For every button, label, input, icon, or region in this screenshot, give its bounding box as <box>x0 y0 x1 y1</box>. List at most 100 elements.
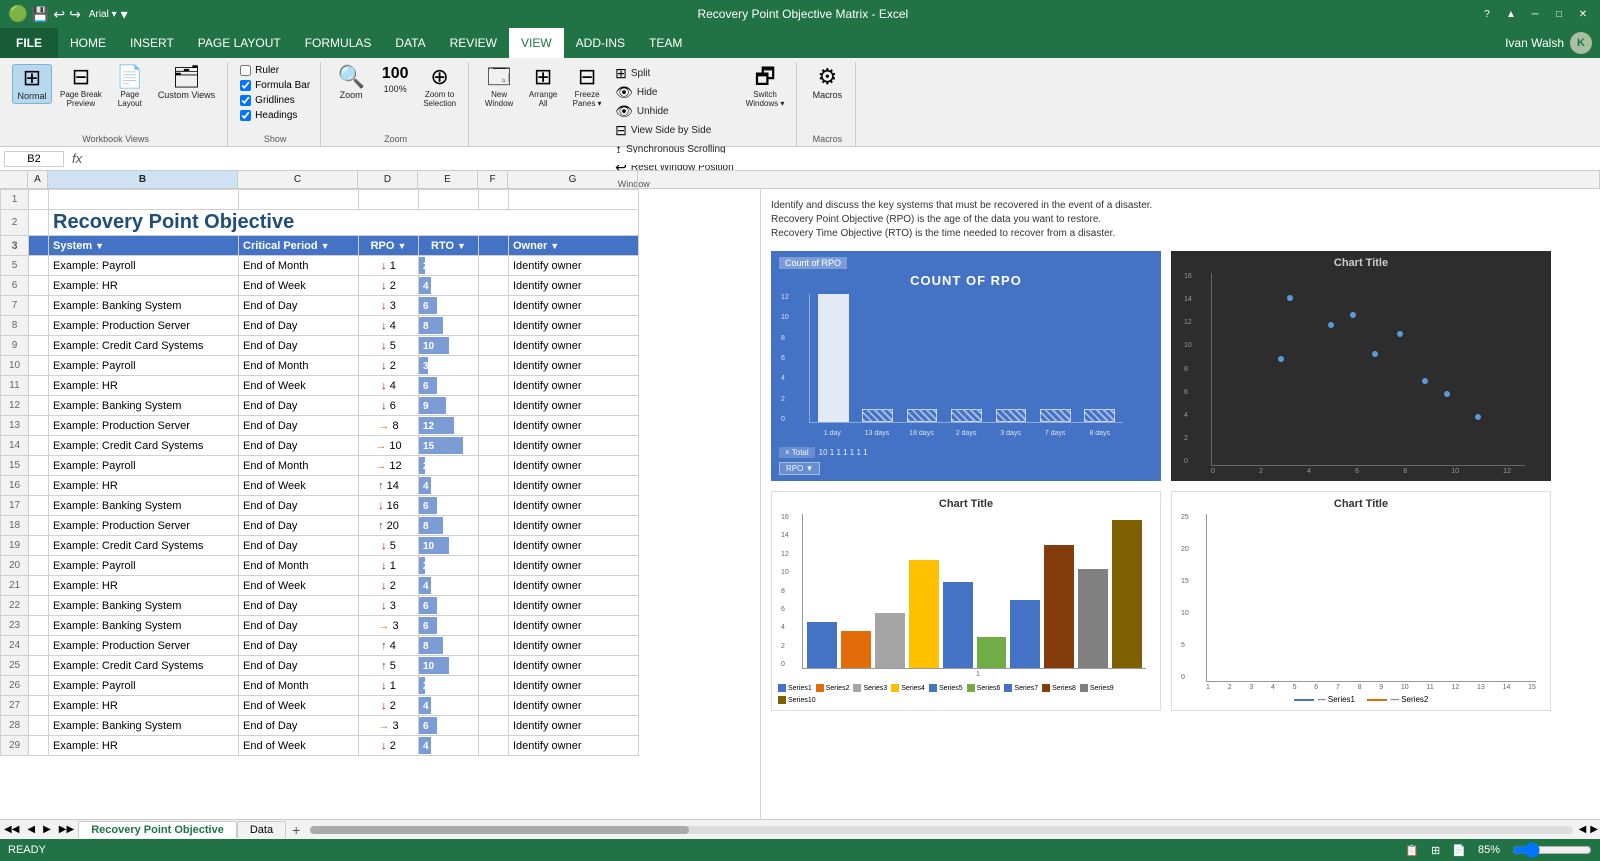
cell-owner[interactable]: Identify owner <box>509 296 639 316</box>
cell[interactable] <box>419 190 479 210</box>
cell-rpo[interactable]: ↓ 2 <box>359 276 419 296</box>
spreadsheet[interactable]: 1 2 Recovery Point Objective 3 <box>0 189 760 819</box>
cell-system[interactable]: Example: Banking System <box>49 596 239 616</box>
owner-filter-icon[interactable]: ▼ <box>550 241 559 251</box>
cell-critical-period[interactable]: End of Month <box>239 676 359 696</box>
cell[interactable] <box>29 716 49 736</box>
cell[interactable] <box>479 656 509 676</box>
cell[interactable] <box>49 190 239 210</box>
rto-filter-icon[interactable]: ▼ <box>457 241 466 251</box>
close-button[interactable]: ✕ <box>1574 7 1592 21</box>
cell-critical-period[interactable]: End of Week <box>239 696 359 716</box>
cell-system[interactable]: Example: HR <box>49 476 239 496</box>
cell[interactable] <box>479 696 509 716</box>
cell[interactable] <box>479 636 509 656</box>
cell-rto[interactable]: 10 <box>419 536 479 556</box>
cell-owner[interactable]: Identify owner <box>509 396 639 416</box>
cell-critical-period[interactable]: End of Day <box>239 596 359 616</box>
cell-rpo[interactable]: → 8 <box>359 416 419 436</box>
col-header-A[interactable]: A <box>28 171 48 188</box>
cell-critical-period[interactable]: End of Week <box>239 276 359 296</box>
cell[interactable] <box>479 336 509 356</box>
cell[interactable] <box>29 676 49 696</box>
cell-rto[interactable]: 6 <box>419 616 479 636</box>
gridlines-checkbox[interactable] <box>240 95 251 106</box>
cell-rpo[interactable]: ↓ 3 <box>359 596 419 616</box>
cell[interactable] <box>479 276 509 296</box>
cell-critical-period[interactable]: End of Month <box>239 256 359 276</box>
cell-owner[interactable]: Identify owner <box>509 676 639 696</box>
cell[interactable] <box>479 676 509 696</box>
formula-input[interactable] <box>90 153 1596 165</box>
minimize-button[interactable]: ─ <box>1526 7 1544 21</box>
cell[interactable] <box>29 656 49 676</box>
cell[interactable] <box>29 190 49 210</box>
cell-rto[interactable]: 9 <box>419 396 479 416</box>
cell[interactable] <box>479 476 509 496</box>
arrange-all-button[interactable]: ⊞ ArrangeAll <box>523 64 563 110</box>
save-button[interactable]: 💾 <box>32 6 49 23</box>
freeze-panes-button[interactable]: ⊟ FreezePanes ▾ <box>567 64 607 110</box>
cell-critical-period[interactable]: End of Day <box>239 636 359 656</box>
cell-rpo[interactable]: → 12 <box>359 456 419 476</box>
cell-rpo[interactable]: ↓ 4 <box>359 376 419 396</box>
cell-rto[interactable]: 15 <box>419 436 479 456</box>
column-header-rpo[interactable]: RPO▼ <box>359 236 419 256</box>
cell[interactable] <box>29 416 49 436</box>
zoom-slider[interactable] <box>1512 842 1592 858</box>
cell-system[interactable]: Example: HR <box>49 576 239 596</box>
cell-rto[interactable]: 6 <box>419 496 479 516</box>
cell-critical-period[interactable]: End of Day <box>239 616 359 636</box>
cell-owner[interactable]: Identify owner <box>509 696 639 716</box>
sheet-tab-nav-next[interactable]: ▶ <box>39 824 55 835</box>
cell-rpo[interactable]: ↓ 1 <box>359 556 419 576</box>
cell[interactable] <box>29 556 49 576</box>
cell-owner[interactable]: Identify owner <box>509 336 639 356</box>
col-header-C[interactable]: C <box>238 171 358 188</box>
headings-checkbox[interactable] <box>240 110 251 121</box>
cell-rto[interactable]: 2 <box>419 676 479 696</box>
formulas-menu[interactable]: FORMULAS <box>293 28 384 58</box>
cell-system[interactable]: Example: Production Server <box>49 316 239 336</box>
cell-rpo[interactable]: ↑ 14 <box>359 476 419 496</box>
cell-system[interactable]: Example: Credit Card Systems <box>49 436 239 456</box>
ruler-checkbox[interactable] <box>240 65 251 76</box>
cell[interactable] <box>479 576 509 596</box>
cell-owner[interactable]: Identify owner <box>509 656 639 676</box>
team-menu[interactable]: TEAM <box>637 28 694 58</box>
formula-bar-checkbox[interactable] <box>240 80 251 91</box>
cell-rto[interactable]: 10 <box>419 656 479 676</box>
cell-system[interactable]: Example: HR <box>49 276 239 296</box>
cell-rpo[interactable]: ↓ 1 <box>359 676 419 696</box>
cell-owner[interactable]: Identify owner <box>509 616 639 636</box>
gridlines-checkbox-row[interactable]: Gridlines <box>238 94 312 107</box>
cell-rpo[interactable]: ↓ 16 <box>359 496 419 516</box>
cell[interactable] <box>479 436 509 456</box>
cell[interactable] <box>479 316 509 336</box>
cell-critical-period[interactable]: End of Day <box>239 536 359 556</box>
cell-rpo[interactable]: ↓ 5 <box>359 336 419 356</box>
cell-system[interactable]: Example: Credit Card Systems <box>49 656 239 676</box>
add-sheet-button[interactable]: + <box>286 822 306 838</box>
system-filter-icon[interactable]: ▼ <box>95 241 104 251</box>
cell[interactable] <box>29 496 49 516</box>
cell-system[interactable]: Example: Payroll <box>49 356 239 376</box>
critical-period-filter-icon[interactable]: ▼ <box>321 241 330 251</box>
cell-system[interactable]: Example: Payroll <box>49 256 239 276</box>
cell[interactable] <box>29 736 49 756</box>
customize-quick-access[interactable]: ▾ <box>121 6 128 23</box>
cell[interactable] <box>29 476 49 496</box>
cell[interactable] <box>479 190 509 210</box>
cell[interactable] <box>479 516 509 536</box>
cell-rto[interactable]: 4 <box>419 576 479 596</box>
undo-button[interactable]: ↩ <box>53 6 65 23</box>
cell-rto[interactable]: 10 <box>419 336 479 356</box>
switch-windows-button[interactable]: 🗗 SwitchWindows ▾ <box>742 64 789 110</box>
cell-owner[interactable]: Identify owner <box>509 536 639 556</box>
line-chart[interactable]: Chart Title 0510152025 12345678910111213… <box>1171 491 1551 711</box>
cell-rto[interactable]: 8 <box>419 516 479 536</box>
cell-rpo[interactable]: ↓ 2 <box>359 736 419 756</box>
cell-critical-period[interactable]: End of Month <box>239 556 359 576</box>
col-header-F[interactable]: F <box>478 171 508 188</box>
cell-owner[interactable]: Identify owner <box>509 716 639 736</box>
